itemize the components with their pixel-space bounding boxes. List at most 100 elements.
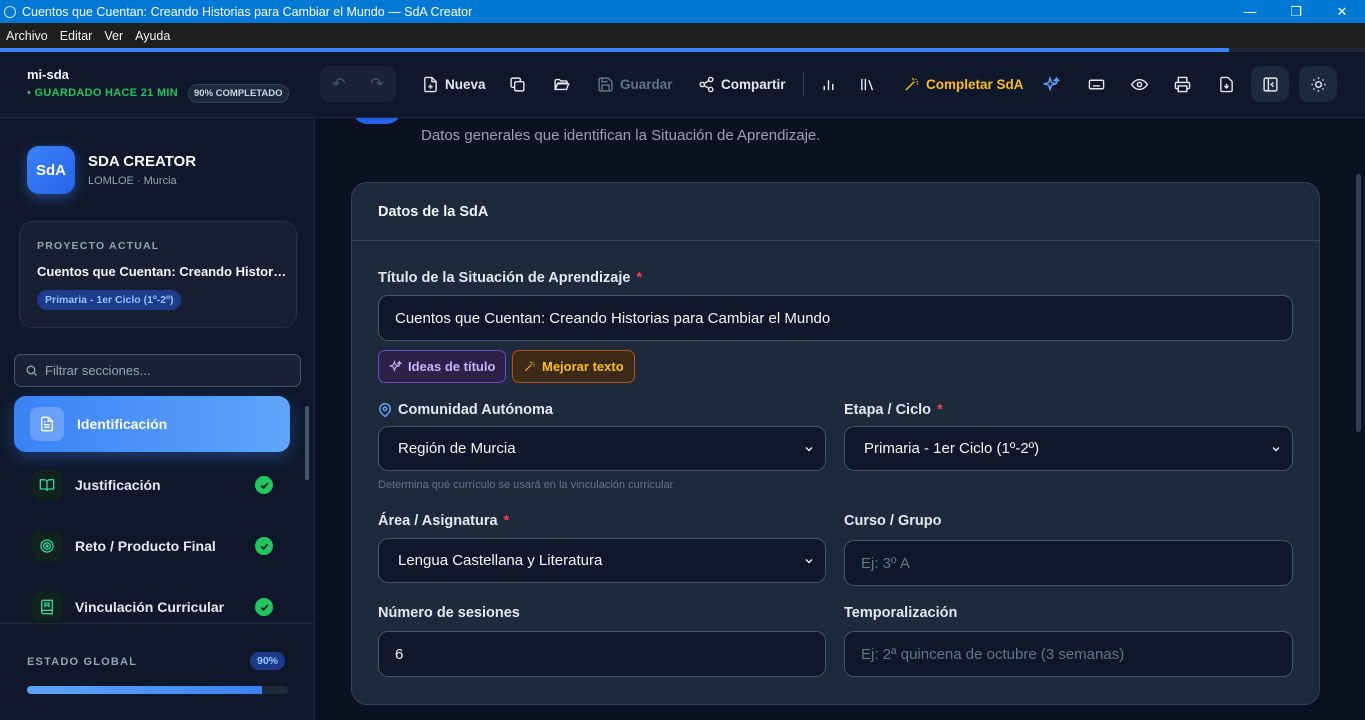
brand-subtitle: LOMLOE · Murcia (88, 175, 177, 187)
current-project-badge: Primaria - 1er Ciclo (1º-2º) (37, 290, 182, 310)
copy-icon (509, 76, 525, 92)
new-button[interactable]: Nueva (422, 66, 486, 102)
stage-label-text: Etapa / Ciclo (844, 402, 932, 418)
minimize-icon[interactable]: — (1227, 0, 1273, 23)
export-button[interactable] (1207, 66, 1245, 102)
sessions-field-label: Número de sesiones (378, 605, 520, 621)
global-status-percent: 90% (250, 652, 286, 670)
sparkles-icon (389, 360, 402, 373)
menu-editar[interactable]: Editar (54, 29, 99, 43)
complete-sda-label: Completar SdA (926, 76, 1024, 92)
check-circle-icon (255, 537, 273, 555)
save-button[interactable]: Guardar (597, 66, 673, 102)
menu-ver[interactable]: Ver (98, 29, 129, 43)
duplicate-button[interactable] (498, 66, 536, 102)
timing-input[interactable]: Ej: 2ª quincena de octubre (3 semanas) (844, 631, 1293, 677)
target-icon (32, 531, 62, 561)
area-select[interactable]: Lengua Castellana y Literatura (378, 538, 826, 583)
save-icon (598, 76, 613, 92)
close-icon[interactable]: ✕ (1319, 0, 1365, 23)
main-content: Datos generales que identifican la Situa… (316, 118, 1365, 720)
chevron-down-icon (805, 446, 813, 452)
course-input[interactable]: Ej: 3º A (844, 540, 1293, 586)
menu-archivo[interactable]: Archivo (0, 29, 54, 43)
folder-open-icon (553, 78, 570, 90)
sparkles-icon (1042, 75, 1060, 92)
open-button[interactable] (542, 66, 580, 102)
sessions-input[interactable]: 6 (378, 631, 826, 677)
check-circle-icon (255, 598, 273, 616)
title-field-label: Título de la Situación de Aprendizaje * (378, 270, 642, 286)
preview-button[interactable] (1120, 66, 1158, 102)
print-button[interactable] (1163, 66, 1201, 102)
timing-field-label: Temporalización (844, 605, 958, 621)
undo-redo-group: ↶ ↷ (320, 66, 396, 102)
title-input[interactable]: Cuentos que Cuentan: Creando Historias p… (378, 295, 1293, 341)
sidebar-item-justificacion[interactable]: Justificación (14, 457, 290, 513)
file-download-icon (1219, 76, 1233, 92)
current-project-label: PROYECTO ACTUAL (37, 240, 160, 252)
check-circle-icon (255, 476, 273, 494)
sidebar-item-label: Vinculación Curricular (75, 599, 225, 615)
filter-sections-input[interactable]: Filtrar secciones... (14, 354, 301, 387)
app-logo: SdA (27, 146, 75, 194)
ai-assistant-button[interactable] (1032, 66, 1070, 102)
share-label: Compartir (721, 76, 786, 92)
current-project-title: Cuentos que Cuentan: Creando Historias p… (37, 264, 287, 279)
title-ideas-button[interactable]: Ideas de título (378, 350, 507, 383)
toolbar: mi-sda • GUARDADO HACE 21 MIN 90% COMPLE… (0, 52, 1365, 118)
main-scrollbar[interactable] (1356, 174, 1361, 432)
toggle-sidebar-button[interactable] (1251, 66, 1289, 102)
redo-icon[interactable]: ↷ (370, 74, 383, 94)
menu-ayuda[interactable]: Ayuda (129, 29, 176, 43)
stats-button[interactable] (809, 66, 847, 102)
chevron-down-icon (805, 558, 813, 564)
stage-select[interactable]: Primaria - 1er Ciclo (1º-2º) (844, 426, 1293, 471)
bookmark-book-icon (32, 592, 62, 622)
course-field-label: Curso / Grupo (844, 513, 942, 529)
magic-wand-icon (905, 77, 919, 91)
file-plus-icon (424, 76, 437, 92)
window-title: Cuentos que Cuentan: Creando Historias p… (22, 4, 473, 19)
sidebar-item-identificacion[interactable]: Identificación (14, 396, 290, 452)
sidebar-item-label: Identificación (77, 416, 168, 432)
save-label: Guardar (620, 76, 673, 92)
community-hint: Determina qué currículo se usará en la v… (378, 479, 674, 491)
chevron-down-icon (1272, 446, 1280, 452)
new-label: Nueva (445, 76, 486, 92)
project-name: mi-sda (27, 67, 69, 82)
community-label-text: Comunidad Autónoma (398, 402, 553, 418)
menu-bar: Archivo Editar Ver Ayuda (0, 23, 1365, 48)
sun-icon (1310, 76, 1326, 92)
undo-icon[interactable]: ↶ (332, 74, 345, 94)
sidebar-item-label: Reto / Producto Final (75, 538, 216, 554)
completion-badge: 90% COMPLETADO (188, 84, 289, 103)
community-select[interactable]: Región de Murcia (378, 426, 826, 471)
improve-text-button[interactable]: Mejorar texto (512, 350, 635, 383)
section-subtitle: Datos generales que identifican la Situa… (421, 127, 821, 144)
improve-text-label: Mejorar texto (542, 359, 624, 374)
sessions-value: 6 (395, 645, 404, 663)
global-status: ESTADO GLOBAL 90% (0, 623, 315, 720)
required-mark: * (503, 513, 510, 529)
book-icon (32, 470, 62, 500)
community-value: Región de Murcia (398, 440, 516, 457)
keyboard-shortcuts-button[interactable] (1077, 66, 1115, 102)
sidebar-scrollbar[interactable] (305, 406, 309, 480)
share-button[interactable]: Compartir (698, 66, 786, 102)
library-button[interactable] (848, 66, 886, 102)
sda-data-card: Datos de la SdA Título de la Situación d… (351, 182, 1320, 705)
app-icon (4, 5, 16, 18)
required-mark: * (636, 270, 643, 286)
complete-sda-button[interactable]: Completar SdA (903, 66, 1024, 102)
theme-toggle-button[interactable] (1299, 66, 1337, 102)
restore-icon[interactable]: ❐ (1273, 0, 1319, 23)
area-value: Lengua Castellana y Literatura (398, 552, 603, 569)
area-label-text: Área / Asignatura (378, 513, 498, 529)
library-icon (860, 78, 873, 90)
global-progress-fill (27, 686, 262, 694)
keyboard-icon (1088, 79, 1104, 89)
sidebar-item-reto[interactable]: Reto / Producto Final (14, 518, 290, 574)
stage-value: Primaria - 1er Ciclo (1º-2º) (864, 440, 1040, 457)
filter-placeholder: Filtrar secciones... (45, 363, 151, 378)
